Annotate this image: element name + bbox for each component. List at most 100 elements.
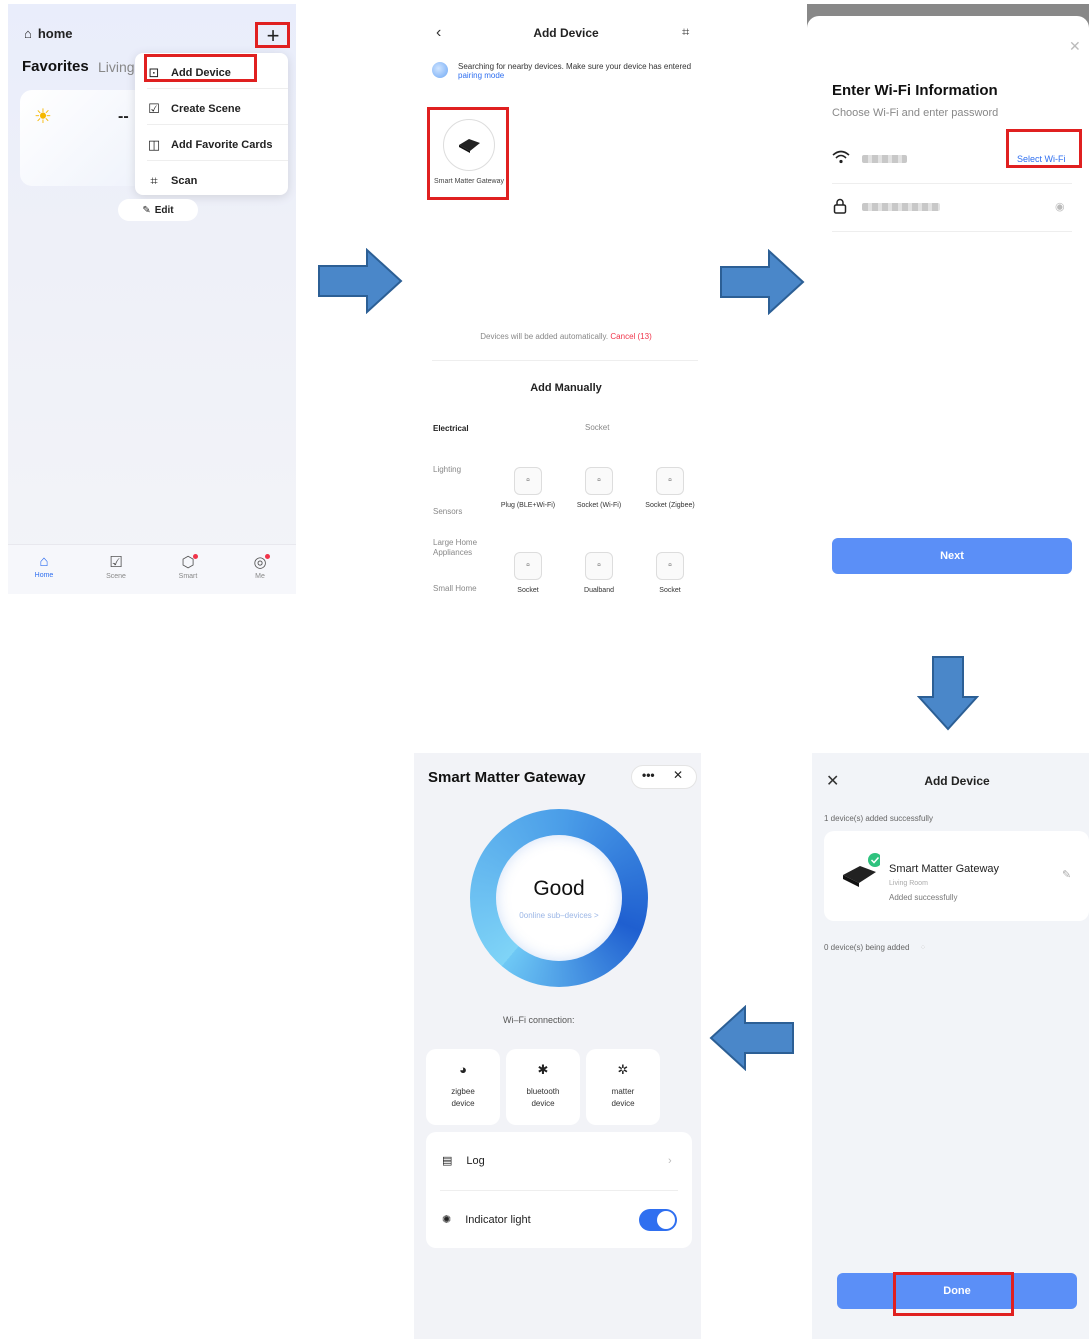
lock-icon	[833, 198, 847, 217]
wifi-title: Enter Wi-Fi Information	[832, 82, 998, 99]
added-count: 1 device(s) added successfully	[824, 814, 933, 823]
zigbee-icon: ◕	[459, 1062, 467, 1077]
close-icon[interactable]: ✕	[1069, 38, 1081, 55]
highlight-plus	[255, 22, 290, 48]
device-dualband[interactable]: ▫ Dualband	[569, 552, 629, 594]
socket-icon: ▫	[585, 552, 613, 580]
wifi-name-blurred[interactable]	[862, 155, 907, 163]
socket-icon: ▫	[656, 552, 684, 580]
bluetooth-icon: ✱	[537, 1062, 549, 1077]
tile-label: device	[451, 1098, 475, 1108]
device-socket[interactable]: ▫ Socket	[640, 552, 700, 594]
device-label: Dualband	[584, 587, 614, 594]
status-text: Good	[533, 876, 585, 900]
category-sensors[interactable]: Sensors	[433, 507, 462, 516]
menu-label: Add Favorite Cards	[171, 139, 273, 151]
device-room: Living Room	[889, 880, 928, 887]
indicator-label: Indicator light	[465, 1213, 531, 1226]
bottom-tab-bar: ⌂ Home ☑ Scene ⬡ Smart ◎ Me	[8, 544, 296, 594]
menu-item-add-favorite-cards[interactable]: ◫ Add Favorite Cards	[147, 137, 273, 153]
scan-icon[interactable]: ⌗	[682, 24, 689, 40]
menu-label: Scan	[171, 175, 198, 187]
home-title[interactable]: ⌂ home	[24, 26, 73, 41]
adding-count-text: 0 device(s) being added	[824, 943, 910, 952]
gateway-icon	[843, 853, 880, 887]
pairing-mode-link[interactable]: pairing mode	[458, 71, 504, 80]
tile-label: matter	[611, 1086, 635, 1096]
wifi-connection-label: Wi–Fi connection:	[502, 1015, 575, 1025]
device-socket-wifi[interactable]: ▫ Socket (Wi-Fi)	[569, 467, 629, 510]
wifi-name-blurred	[577, 1017, 615, 1024]
tab-me[interactable]: ◎ Me	[230, 553, 290, 580]
wifi-subtitle: Choose Wi-Fi and enter password	[832, 107, 999, 119]
category-large-appliances[interactable]: Large Home Appliances	[433, 538, 485, 559]
loading-spinner-icon: ⁘	[919, 943, 927, 952]
highlight-done	[893, 1272, 1014, 1316]
arrow-down-icon	[917, 656, 979, 731]
device-label: Socket (Wi-Fi)	[576, 502, 622, 509]
divider	[147, 160, 288, 161]
page-title: Add Device	[533, 26, 599, 40]
tab-favorites[interactable]: Favorites	[22, 58, 89, 75]
cancel-link[interactable]: Cancel (13)	[610, 332, 651, 341]
arrow-right-icon	[318, 248, 403, 314]
next-button[interactable]: Next	[832, 538, 1072, 574]
device-status: Added successfully	[889, 893, 958, 902]
subdevices-link[interactable]: 0online sub–devices >	[519, 911, 598, 920]
scan-icon: ⌗	[150, 173, 158, 188]
arrow-left-icon	[709, 1005, 794, 1071]
tab-scene[interactable]: ☑ Scene	[86, 553, 146, 580]
device-added-screen: ✕ Add Device 1 device(s) added successfu…	[812, 753, 1089, 1339]
weather-value: --	[118, 108, 129, 125]
category-small-home[interactable]: Small Home	[433, 584, 477, 593]
more-icon[interactable]: •••	[642, 768, 655, 782]
edit-icon[interactable]: ✎	[1062, 868, 1071, 881]
create-scene-icon: ☑	[148, 101, 160, 116]
tab-living[interactable]: Living	[98, 59, 135, 75]
close-icon[interactable]: ✕	[673, 768, 683, 782]
menu-item-scan[interactable]: ⌗ Scan	[147, 173, 197, 189]
add-manually-heading: Add Manually	[530, 382, 602, 394]
add-device-screen: ‹ Add Device ⌗ Searching for nearby devi…	[418, 4, 714, 594]
device-label: Socket	[517, 587, 539, 594]
highlight-add-device	[144, 54, 257, 82]
divider	[440, 1190, 678, 1191]
adding-count: 0 device(s) being added ⁘	[824, 943, 926, 952]
arrow-right-icon	[720, 249, 805, 315]
category-electrical[interactable]: Electrical	[433, 424, 469, 433]
matter-device-tile[interactable]: ✲ matter device	[586, 1049, 660, 1125]
divider	[832, 231, 1072, 232]
eye-icon[interactable]: ◉	[1055, 200, 1065, 213]
wifi-sheet: ✕ Enter Wi-Fi Information Choose Wi-Fi a…	[807, 16, 1089, 594]
pencil-icon: ✎	[142, 204, 151, 216]
scene-tab-icon: ☑	[109, 554, 123, 571]
me-tab-icon: ◎	[253, 554, 267, 571]
tab-label: Me	[255, 573, 265, 580]
category-header: Socket	[585, 423, 610, 432]
search-status: Searching for nearby devices. Make sure …	[432, 62, 702, 80]
device-plug-ble-wifi[interactable]: ▫ Plug (BLE+Wi-Fi)	[498, 467, 558, 510]
status-center: Good 0online sub–devices >	[496, 835, 622, 961]
wifi-screen: ✕ Enter Wi-Fi Information Choose Wi-Fi a…	[807, 4, 1089, 594]
divider	[147, 124, 288, 125]
password-field-blurred[interactable]	[862, 203, 940, 211]
log-row[interactable]: ▤ Log	[442, 1154, 485, 1168]
notification-dot	[193, 554, 198, 559]
divider	[832, 183, 1072, 184]
menu-item-create-scene[interactable]: ☑ Create Scene	[147, 101, 241, 117]
chevron-right-icon: ›	[668, 1155, 672, 1167]
device-socket-zigbee[interactable]: ▫ Socket (Zigbee)	[640, 467, 700, 510]
toggle-knob	[657, 1211, 675, 1229]
device-label: Socket (Zigbee)	[645, 502, 695, 509]
tab-home[interactable]: ⌂ Home	[14, 553, 74, 579]
menu-label: Create Scene	[171, 103, 241, 115]
tab-smart[interactable]: ⬡ Smart	[158, 553, 218, 580]
device-socket[interactable]: ▫ Socket	[498, 552, 558, 594]
auto-add-notice: Devices will be added automatically. Can…	[418, 332, 714, 341]
house-icon: ⌂	[24, 26, 32, 41]
category-lighting[interactable]: Lighting	[433, 465, 461, 474]
edit-button[interactable]: ✎ Edit	[118, 199, 198, 221]
zigbee-device-tile[interactable]: ◕ zigbee device	[426, 1049, 500, 1125]
bluetooth-device-tile[interactable]: ✱ bluetooth device	[506, 1049, 580, 1125]
smart-tab-icon: ⬡	[181, 554, 195, 571]
